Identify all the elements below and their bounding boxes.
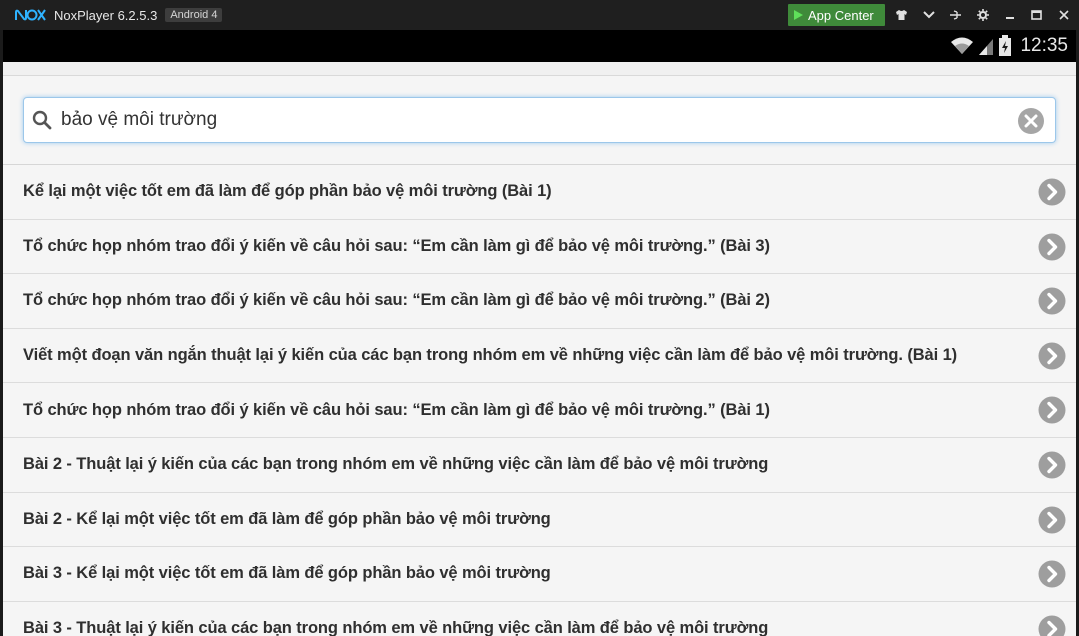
app-content: bảo vệ môi trường Kể lại một việc tốt em… [3, 62, 1076, 636]
clear-search-icon[interactable] [1017, 107, 1045, 135]
nox-logo-icon [15, 9, 46, 21]
chevron-right-icon[interactable] [1038, 451, 1066, 479]
list-item-label: Tổ chức họp nhóm trao đổi ý kiến về câu … [23, 400, 770, 419]
list-item[interactable]: Tổ chức họp nhóm trao đổi ý kiến về câu … [3, 383, 1076, 438]
app-name: NoxPlayer 6.2.5.3 [54, 7, 158, 23]
gear-icon[interactable] [969, 0, 996, 30]
search-input[interactable]: bảo vệ môi trường [23, 97, 1056, 143]
list-item-label: Tổ chức họp nhóm trao đổi ý kiến về câu … [23, 291, 770, 310]
list-item[interactable]: Tổ chức họp nhóm trao đổi ý kiến về câu … [3, 274, 1076, 329]
status-clock: 12:35 [1020, 35, 1068, 56]
battery-icon [999, 35, 1012, 56]
list-item[interactable]: Kể lại một việc tốt em đã làm để góp phầ… [3, 165, 1076, 220]
list-item-label: Bài 3 - Thuật lại ý kiến của các bạn tro… [23, 619, 769, 636]
app-center-button[interactable]: App Center [788, 4, 885, 26]
search-query[interactable]: bảo vệ môi trường [61, 109, 217, 131]
chevron-right-icon[interactable] [1038, 287, 1066, 315]
minimize-icon[interactable] [996, 0, 1023, 30]
list-item[interactable]: Bài 2 - Thuật lại ý kiến của các bạn tro… [3, 438, 1076, 493]
list-item-label: Viết một đoạn văn ngắn thuật lại ý kiến … [23, 346, 958, 365]
list-item[interactable]: Tổ chức họp nhóm trao đổi ý kiến về câu … [3, 220, 1076, 275]
signal-icon [979, 39, 994, 55]
search-area: bảo vệ môi trường [3, 76, 1076, 165]
list-item-label: Bài 3 - Kể lại một việc tốt em đã làm để… [23, 564, 551, 583]
android-status-bar: 12:35 [3, 30, 1076, 62]
chevron-right-icon[interactable] [1038, 233, 1066, 261]
chevron-right-icon[interactable] [1038, 178, 1066, 206]
list-item[interactable]: Bài 3 - Kể lại một việc tốt em đã làm để… [3, 547, 1076, 602]
app-center-label: App Center [808, 7, 874, 23]
play-icon [794, 10, 803, 20]
emulator-titlebar: NoxPlayer 6.2.5.3 Android 4 App Center [0, 0, 1079, 30]
chevron-right-icon[interactable] [1038, 560, 1066, 588]
maximize-icon[interactable] [1023, 0, 1050, 30]
chevron-right-icon[interactable] [1038, 396, 1066, 424]
list-item-label: Kể lại một việc tốt em đã làm để góp phầ… [23, 182, 552, 201]
list-item-label: Tổ chức họp nhóm trao đổi ý kiến về câu … [23, 236, 770, 255]
wifi-icon [951, 37, 974, 54]
chevron-right-icon[interactable] [1038, 342, 1066, 370]
list-item-label: Bài 2 - Thuật lại ý kiến của các bạn tro… [23, 455, 769, 474]
list-item[interactable]: Bài 2 - Kể lại một việc tốt em đã làm để… [3, 493, 1076, 548]
chevron-right-icon[interactable] [1038, 615, 1066, 636]
chevron-right-icon[interactable] [1038, 506, 1066, 534]
list-item[interactable]: Bài 3 - Thuật lại ý kiến của các bạn tro… [3, 602, 1076, 636]
chevron-down-icon[interactable] [915, 0, 942, 30]
search-results-list: Kể lại một việc tốt em đã làm để góp phầ… [3, 165, 1076, 636]
list-item-label: Bài 2 - Kể lại một việc tốt em đã làm để… [23, 509, 551, 528]
action-bar-strip [3, 62, 1076, 76]
search-icon [31, 109, 53, 131]
shirt-icon[interactable] [888, 0, 915, 30]
android-version-badge: Android 4 [165, 8, 223, 22]
pin-icon[interactable] [942, 0, 969, 30]
close-icon[interactable] [1050, 0, 1077, 30]
list-item[interactable]: Viết một đoạn văn ngắn thuật lại ý kiến … [3, 329, 1076, 384]
